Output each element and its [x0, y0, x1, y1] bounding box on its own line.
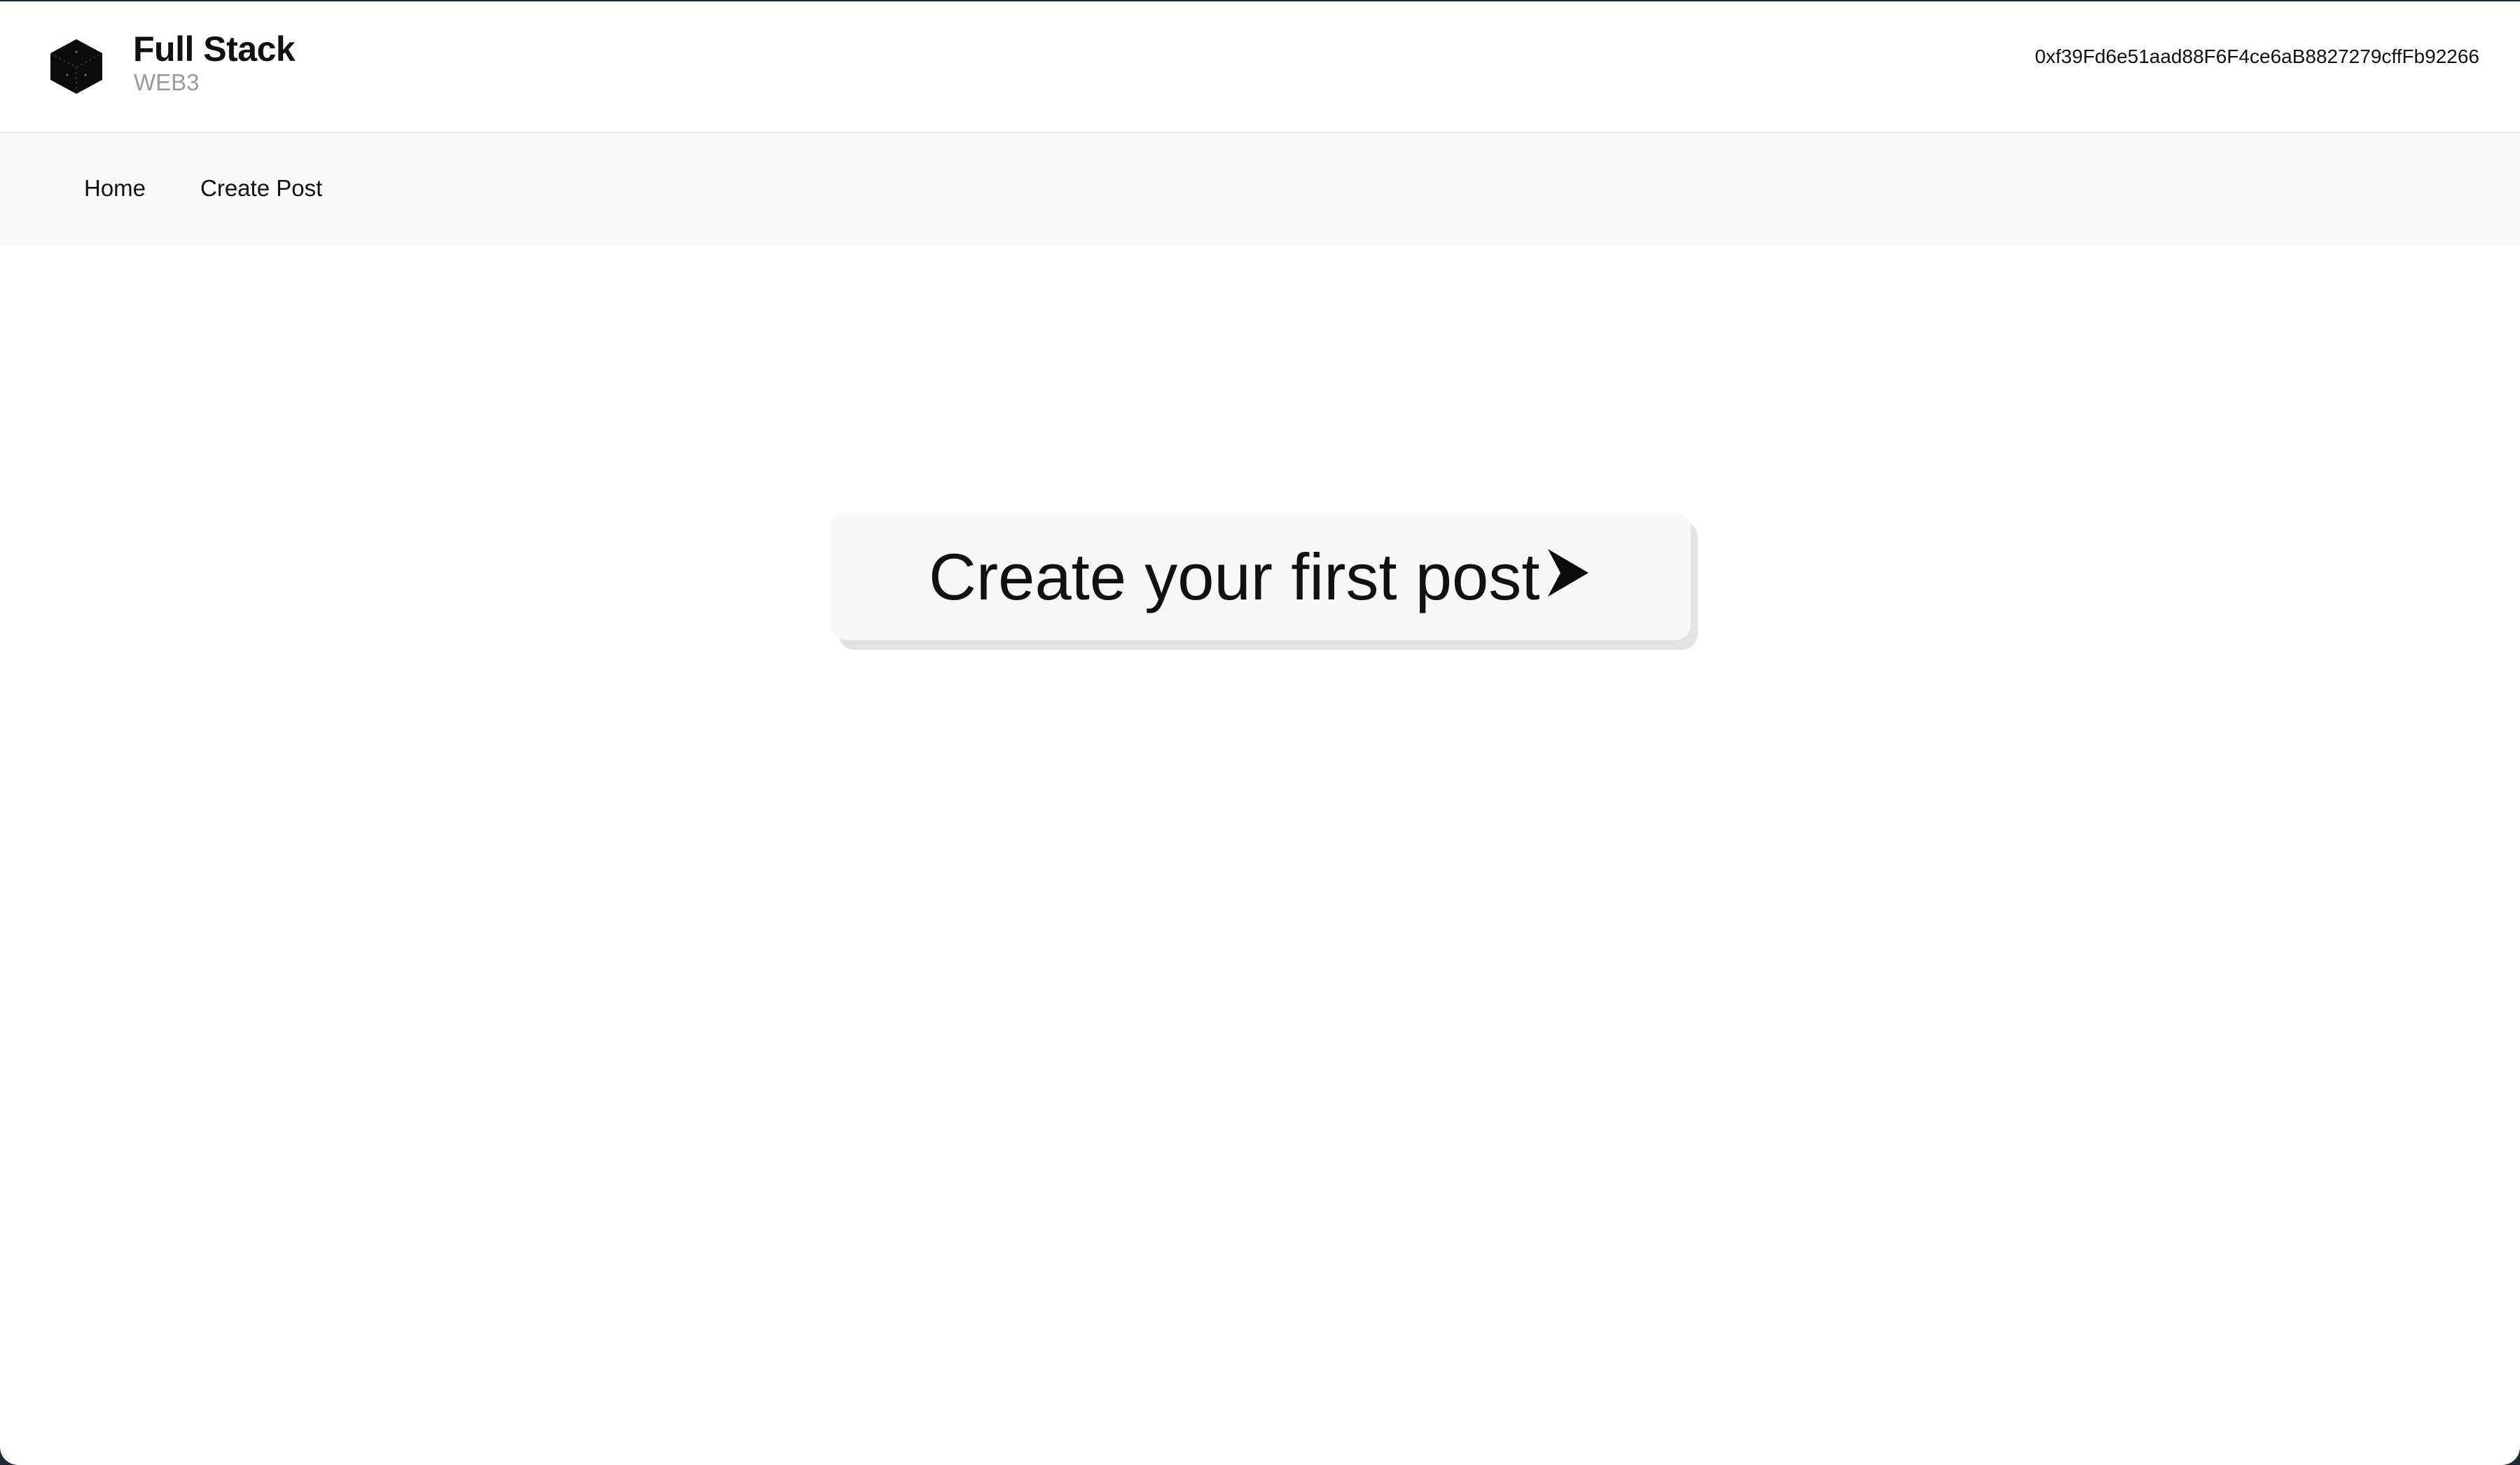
create-first-post-button[interactable]: Create your first post: [831, 513, 1691, 640]
arrow-right-icon: [1548, 549, 1588, 597]
header: Full Stack WEB3 0xf39Fd6e51aad88F6F4ce6a…: [0, 1, 2520, 134]
wallet-address: 0xf39Fd6e51aad88F6F4ce6aB8827279cffFb922…: [2035, 46, 2479, 67]
nav-home-link[interactable]: Home: [84, 174, 146, 202]
navbar: Home Create Post: [0, 134, 2520, 246]
brand-title: Full Stack: [133, 29, 296, 69]
app-window: Full Stack WEB3 0xf39Fd6e51aad88F6F4ce6a…: [0, 1, 2520, 1465]
nav-create-post-link[interactable]: Create Post: [200, 174, 322, 202]
cta-label: Create your first post: [929, 540, 1540, 613]
cube-icon[interactable]: [46, 36, 106, 97]
brand-subtitle: WEB3: [134, 69, 200, 95]
